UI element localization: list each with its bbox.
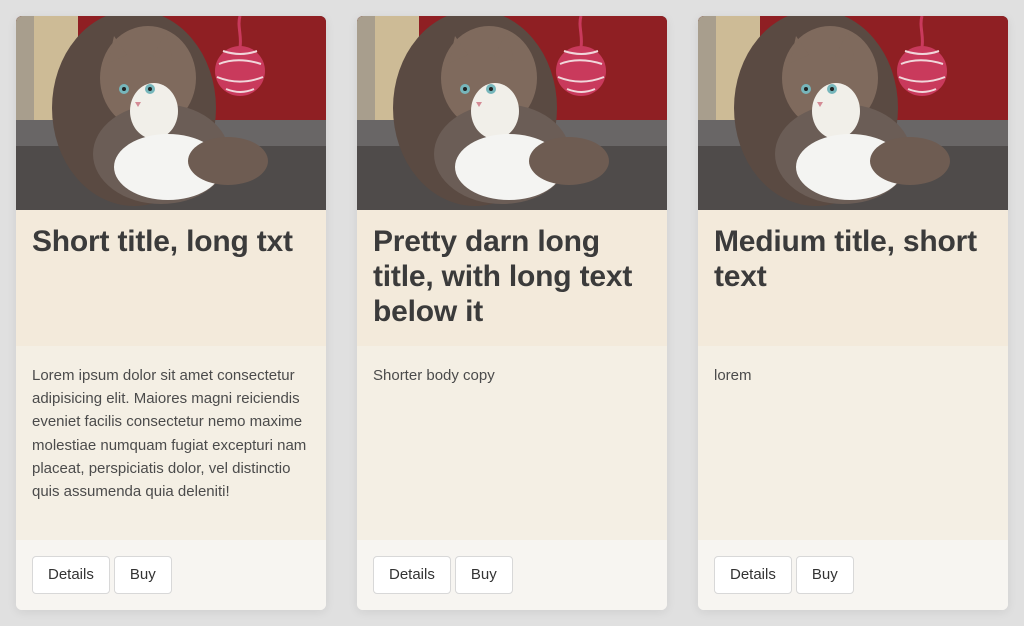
buy-button[interactable]: Buy <box>454 556 513 594</box>
card-footer: Details Buy <box>16 540 326 610</box>
details-button[interactable]: Details <box>373 556 451 594</box>
cards-grid: Short title, long txt Lorem ipsum dolor … <box>16 16 1008 610</box>
buy-button[interactable]: Buy <box>113 556 172 594</box>
kitten-image <box>357 16 667 210</box>
card-footer: Details Buy <box>357 540 667 610</box>
buy-button[interactable]: Buy <box>795 556 854 594</box>
card-header: Short title, long txt <box>16 210 326 346</box>
card-body: Lorem ipsum dolor sit amet consectetur a… <box>16 346 326 540</box>
card-text: Shorter body copy <box>373 367 495 384</box>
card-text: lorem <box>714 367 752 384</box>
card: Short title, long txt Lorem ipsum dolor … <box>16 16 326 610</box>
kitten-image <box>698 16 1008 210</box>
card-text: Lorem ipsum dolor sit amet consectetur a… <box>32 367 307 501</box>
card-body: Shorter body copy <box>357 346 667 540</box>
kitten-image <box>16 16 326 210</box>
card-header: Pretty darn long title, with long text b… <box>357 210 667 346</box>
card-body: lorem <box>698 346 1008 540</box>
card-title: Pretty darn long title, with long text b… <box>373 225 633 328</box>
card-footer: Details Buy <box>698 540 1008 610</box>
card: Pretty darn long title, with long text b… <box>357 16 667 610</box>
card-title: Short title, long txt <box>32 225 293 258</box>
card: Medium title, short text lorem Details B… <box>698 16 1008 610</box>
details-button[interactable]: Details <box>32 556 110 594</box>
details-button[interactable]: Details <box>714 556 792 594</box>
card-title: Medium title, short text <box>714 225 977 293</box>
card-header: Medium title, short text <box>698 210 1008 346</box>
